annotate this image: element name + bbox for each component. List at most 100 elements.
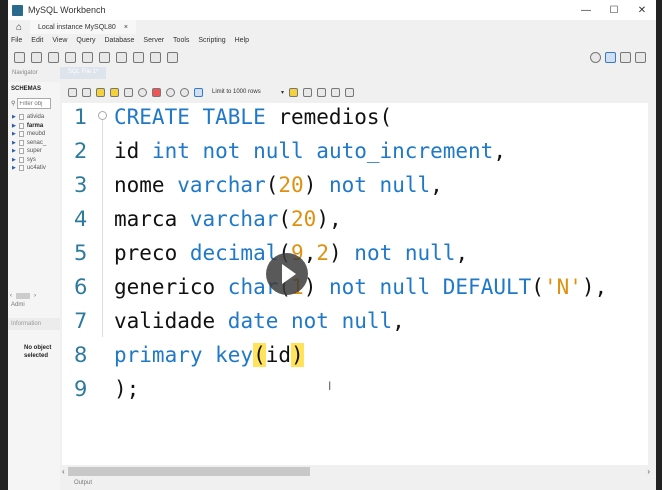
schema-item[interactable]: ▶ ativida	[8, 113, 60, 122]
code-line[interactable]: CREATE TABLE remedios(	[114, 105, 392, 129]
sql-editor[interactable]: 1 2 3 4 5 6 7 8 9 CREATE TABLE remedios( id int n…	[62, 103, 648, 465]
menu-file[interactable]: File	[11, 37, 22, 44]
expand-arrow-icon[interactable]: ▶	[12, 123, 16, 129]
create-schema-icon[interactable]	[65, 51, 76, 63]
tab-local-instance[interactable]: Local instance MySQL80 ×	[30, 20, 136, 34]
execute-current-icon[interactable]	[110, 88, 119, 97]
tab-close-icon[interactable]: ×	[124, 24, 128, 31]
code-token: ,	[392, 309, 405, 333]
menu-scripting[interactable]: Scripting	[198, 37, 225, 44]
code-line[interactable]: );	[114, 377, 139, 401]
execute-icon[interactable]	[96, 88, 105, 97]
editor-horizontal-scrollbar[interactable]: ‹ ›	[62, 465, 656, 477]
open-file-icon[interactable]	[68, 88, 77, 97]
create-function-icon[interactable]	[133, 51, 144, 63]
menu-server[interactable]: Server	[143, 37, 164, 44]
filter-objects-input[interactable]	[17, 98, 52, 109]
reconnect-icon[interactable]	[167, 51, 178, 63]
create-view-icon[interactable]	[99, 51, 110, 63]
expand-arrow-icon[interactable]: ▶	[12, 131, 16, 137]
commit-icon[interactable]	[166, 88, 175, 97]
word-wrap-icon[interactable]	[345, 88, 354, 97]
expand-arrow-icon[interactable]: ▶	[12, 165, 16, 171]
menu-view[interactable]: View	[52, 37, 67, 44]
code-token: varchar	[189, 207, 279, 231]
menu-database[interactable]: Database	[104, 37, 134, 44]
line-number: 3	[74, 173, 88, 197]
save-icon[interactable]	[82, 88, 91, 97]
create-procedure-icon[interactable]	[116, 51, 127, 63]
connection-tab-bar: ⌂ Local instance MySQL80 ×	[8, 20, 656, 34]
create-table-icon[interactable]	[82, 51, 93, 63]
schema-item[interactable]: ▶ sys	[8, 156, 60, 165]
line-number: 8	[74, 343, 88, 367]
search-table-data-icon[interactable]	[150, 51, 161, 63]
code-token: primary key	[114, 343, 254, 367]
toggle-sidebar-icon[interactable]	[605, 51, 616, 63]
home-icon[interactable]: ⌂	[8, 22, 30, 33]
rollback-icon[interactable]	[180, 88, 189, 97]
scroll-thumb[interactable]	[16, 293, 30, 299]
schema-item[interactable]: ▶ super	[8, 147, 60, 156]
no-object-selected-text: No object selected	[24, 345, 52, 359]
expand-arrow-icon[interactable]: ▶	[12, 157, 16, 163]
minimize-button[interactable]: —	[572, 5, 600, 16]
schema-name: senac_	[26, 139, 47, 146]
code-line[interactable]: id int not null auto_increment,	[114, 139, 506, 163]
line-number: 6	[74, 275, 88, 299]
toggle-output-icon[interactable]	[620, 51, 631, 63]
code-token: int not null auto_increment	[151, 139, 494, 163]
code-line[interactable]: nome varchar(20) not null,	[114, 173, 443, 197]
maximize-button[interactable]: ☐	[600, 5, 628, 16]
settings-gear-icon[interactable]	[590, 51, 601, 63]
limit-rows-select[interactable]: Limit to 1000 rows ▾	[212, 89, 284, 96]
toggle-secondary-sidebar-icon[interactable]	[635, 51, 646, 63]
code-line[interactable]: validade date not null,	[114, 309, 405, 333]
schema-item[interactable]: ▶ meubd	[8, 130, 60, 139]
invisible-chars-icon[interactable]	[331, 88, 340, 97]
autocommit-icon[interactable]	[194, 88, 203, 97]
expand-arrow-icon[interactable]: ▶	[12, 140, 16, 146]
stop-icon[interactable]	[138, 88, 147, 97]
menu-tools[interactable]: Tools	[173, 37, 189, 44]
beautify-icon[interactable]	[303, 88, 312, 97]
schema-name: super	[26, 148, 42, 155]
code-line[interactable]: generico char(1) not null DEFAULT('N'),	[114, 275, 607, 299]
menu-edit[interactable]: Edit	[31, 37, 43, 44]
expand-arrow-icon[interactable]: ▶	[12, 148, 16, 154]
menu-help[interactable]: Help	[235, 37, 249, 44]
video-play-icon[interactable]	[266, 253, 308, 295]
explain-icon[interactable]	[124, 88, 133, 97]
scroll-left-icon[interactable]: ‹	[62, 467, 65, 476]
scroll-right-icon[interactable]: ›	[34, 293, 36, 299]
scroll-thumb[interactable]	[67, 466, 310, 476]
navigator-scrollbar[interactable]: ‹ ›	[10, 292, 56, 300]
schema-item[interactable]: ▶ farma	[8, 122, 60, 131]
window-title: MySQL Workbench	[28, 5, 106, 15]
toggle-error-icon[interactable]	[152, 88, 161, 97]
tab-sql-file[interactable]: SQL File 1*	[60, 67, 107, 79]
line-number-gutter: 1 2 3 4 5 6 7 8 9	[62, 103, 102, 465]
menu-query[interactable]: Query	[76, 37, 95, 44]
expand-arrow-icon[interactable]: ▶	[12, 114, 16, 120]
database-icon	[18, 148, 24, 155]
code-token: 20	[278, 173, 304, 197]
code-token: )	[303, 173, 329, 197]
new-sql-tab-icon[interactable]	[14, 51, 25, 63]
schema-item[interactable]: ▶ uc4ativ	[8, 164, 60, 173]
scroll-right-icon[interactable]: ›	[647, 467, 650, 476]
fold-marker-icon[interactable]	[98, 111, 107, 337]
close-button[interactable]: ✕	[628, 5, 656, 16]
tab-administration[interactable]: Admi	[11, 302, 25, 308]
add-snippet-icon[interactable]	[289, 88, 298, 97]
code-token: ,	[430, 173, 443, 197]
line-number: 1	[74, 105, 88, 129]
find-icon[interactable]	[317, 88, 326, 97]
open-sql-script-icon[interactable]	[31, 51, 42, 63]
code-token: marca	[114, 207, 190, 231]
inspector-icon[interactable]	[48, 51, 59, 63]
code-line[interactable]: marca varchar(20),	[114, 207, 342, 231]
schema-item[interactable]: ▶ senac_	[8, 139, 60, 148]
code-line[interactable]: primary key(id)	[114, 343, 304, 367]
scroll-left-icon[interactable]: ‹	[10, 293, 12, 299]
